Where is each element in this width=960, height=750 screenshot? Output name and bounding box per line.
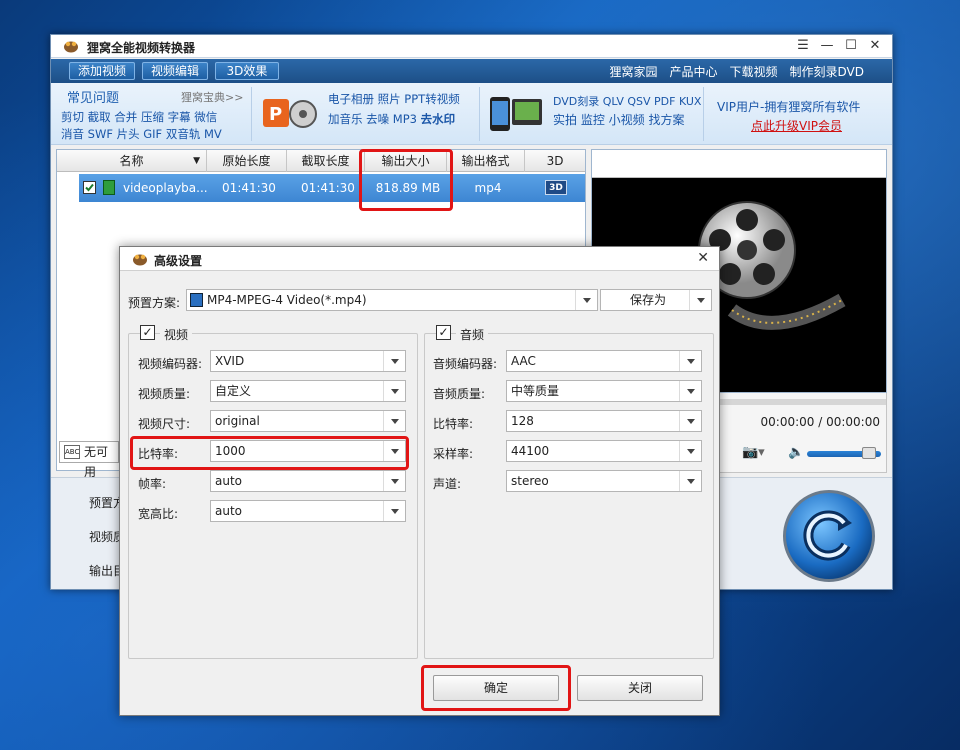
col-output-format[interactable]: 输出格式: [447, 150, 525, 172]
highlight-output-size: [359, 149, 453, 211]
channels-select[interactable]: stereo: [506, 470, 702, 492]
video-size-label: 视频尺寸:: [138, 417, 191, 431]
promo-banner: 常见问题 狸窝宝典>> 剪切 截取 合并 压缩 字幕 微信 消音 SWF 片头 …: [51, 83, 892, 145]
volume-slider-handle[interactable]: [862, 447, 876, 459]
title-bar: 狸窝全能视频转换器 ☰ — ☐ ✕: [51, 35, 892, 58]
svg-text:P: P: [269, 104, 282, 125]
preset-select[interactable]: MP4-MPEG-4 Video(*.mp4): [186, 289, 598, 311]
row-filename: videoplayba...: [123, 181, 208, 195]
aspect-ratio-select[interactable]: auto: [210, 500, 406, 522]
subtitle-icon: ABC: [64, 445, 80, 459]
3d-effect-button[interactable]: 3D效果: [215, 62, 279, 80]
audio-encoder-label: 音频编码器:: [433, 357, 498, 371]
dvd-links-row1[interactable]: DVD刻录 QLV QSV PDF KUX: [553, 93, 701, 109]
channels-label: 声道:: [433, 477, 462, 491]
link-liwo-home[interactable]: 狸窝家园: [609, 63, 657, 80]
video-size-select[interactable]: original: [210, 410, 406, 432]
dialog-close-icon[interactable]: ✕: [697, 250, 709, 266]
row-output-format: mp4: [474, 181, 502, 195]
samplerate-select[interactable]: 44100: [506, 440, 702, 462]
aspect-ratio-label: 宽高比:: [138, 507, 179, 521]
row-orig-length: 01:41:30: [222, 181, 276, 195]
volume-icon[interactable]: 🔈: [788, 445, 804, 460]
edit-video-button[interactable]: 视频编辑: [142, 62, 209, 80]
convert-arrow-icon: [803, 510, 852, 561]
table-row[interactable]: videoplayba... 01:41:30 01:41:30 818.89 …: [79, 174, 585, 202]
faq-links-row2[interactable]: 消音 SWF 片头 GIF 双音轨 MV: [61, 126, 222, 142]
vip-upgrade-link[interactable]: 点此升级VIP会员: [751, 117, 842, 134]
close-icon[interactable]: ✕: [868, 38, 882, 53]
toolbar: 添加视频 视频编辑 3D效果 狸窝家园 产品中心 下载视频 制作刻录DVD: [51, 59, 892, 83]
close-button[interactable]: 关闭: [577, 675, 703, 701]
3d-badge-icon[interactable]: 3D: [545, 180, 567, 195]
app-logo-icon: [133, 254, 147, 266]
col-orig-length[interactable]: 原始长度: [207, 150, 287, 172]
subtitle-select[interactable]: ABC 无可用: [59, 441, 119, 479]
preset-label: 预置方案:: [128, 296, 181, 310]
faq-title[interactable]: 常见问题: [67, 87, 119, 106]
time-readout: 00:00:00 / 00:00:00: [760, 415, 880, 429]
video-quality-select[interactable]: 自定义: [210, 380, 406, 402]
convert-button[interactable]: [783, 490, 875, 582]
dialog-title: 高级设置: [154, 254, 203, 268]
row-cut-length: 01:41:30: [301, 181, 355, 195]
window-title: 狸窝全能视频转换器: [87, 41, 196, 55]
video-encoder-label: 视频编码器:: [138, 357, 203, 371]
audio-bitrate-label: 比特率:: [433, 417, 474, 431]
ppt-links-row1[interactable]: 电子相册 照片 PPT转视频: [328, 91, 460, 107]
highlight-video-bitrate: [130, 436, 409, 470]
video-file-icon: [103, 180, 115, 195]
video-encoder-select[interactable]: XVID: [210, 350, 406, 372]
samplerate-label: 采样率:: [433, 447, 474, 461]
video-group-title: 视频: [160, 326, 193, 343]
ppt-film-icon: P: [263, 99, 317, 128]
video-enable-checkbox[interactable]: ✓: [140, 325, 155, 340]
faq-links-row1[interactable]: 剪切 截取 合并 压缩 字幕 微信: [61, 109, 217, 125]
phone-dvd-icon: [490, 97, 542, 131]
advanced-settings-dialog: 高级设置 ✕ 预置方案: MP4-MPEG-4 Video(*.mp4) 保存为…: [119, 246, 720, 716]
save-as-button[interactable]: 保存为: [600, 289, 712, 311]
audio-enable-checkbox[interactable]: ✓: [436, 325, 451, 340]
file-list-header: 名称 ▼ 原始长度 截取长度 输出大小 输出格式 3D: [57, 150, 585, 172]
link-burn-dvd[interactable]: 制作刻录DVD: [790, 63, 864, 80]
row-checkbox[interactable]: [83, 181, 96, 194]
dvd-links-row2[interactable]: 实拍 监控 小视频 找方案: [553, 111, 684, 128]
highlight-ok-button: [421, 665, 571, 711]
col-name[interactable]: 名称 ▼: [57, 150, 207, 172]
snapshot-camera-icon[interactable]: 📷▾: [742, 445, 765, 460]
audio-quality-select[interactable]: 中等质量: [506, 380, 702, 402]
audio-bitrate-select[interactable]: 128: [506, 410, 702, 432]
col-cut-length[interactable]: 截取长度: [287, 150, 365, 172]
maximize-icon[interactable]: ☐: [844, 38, 858, 53]
framerate-select[interactable]: auto: [210, 470, 406, 492]
video-quality-label: 视频质量:: [138, 387, 191, 401]
mp4-format-icon: [190, 293, 203, 307]
audio-group-title: 音频: [456, 326, 489, 343]
app-logo-icon: [64, 41, 78, 53]
framerate-label: 帧率:: [138, 477, 167, 491]
menu-icon[interactable]: ☰: [796, 38, 810, 53]
col-3d[interactable]: 3D: [525, 150, 585, 172]
audio-quality-label: 音频质量:: [433, 387, 486, 401]
link-download-video[interactable]: 下载视频: [730, 63, 778, 80]
link-products[interactable]: 产品中心: [669, 63, 717, 80]
add-video-button[interactable]: 添加视频: [69, 62, 136, 80]
dialog-title-bar: 高级设置 ✕: [120, 247, 719, 271]
vip-promo-text: VIP用户-拥有狸窝所有软件: [717, 100, 861, 114]
minimize-icon[interactable]: —: [820, 38, 834, 53]
ppt-links-row2[interactable]: 加音乐 去噪 MP3 去水印: [328, 111, 455, 127]
audio-encoder-select[interactable]: AAC: [506, 350, 702, 372]
faq-more-link[interactable]: 狸窝宝典>>: [181, 89, 243, 105]
